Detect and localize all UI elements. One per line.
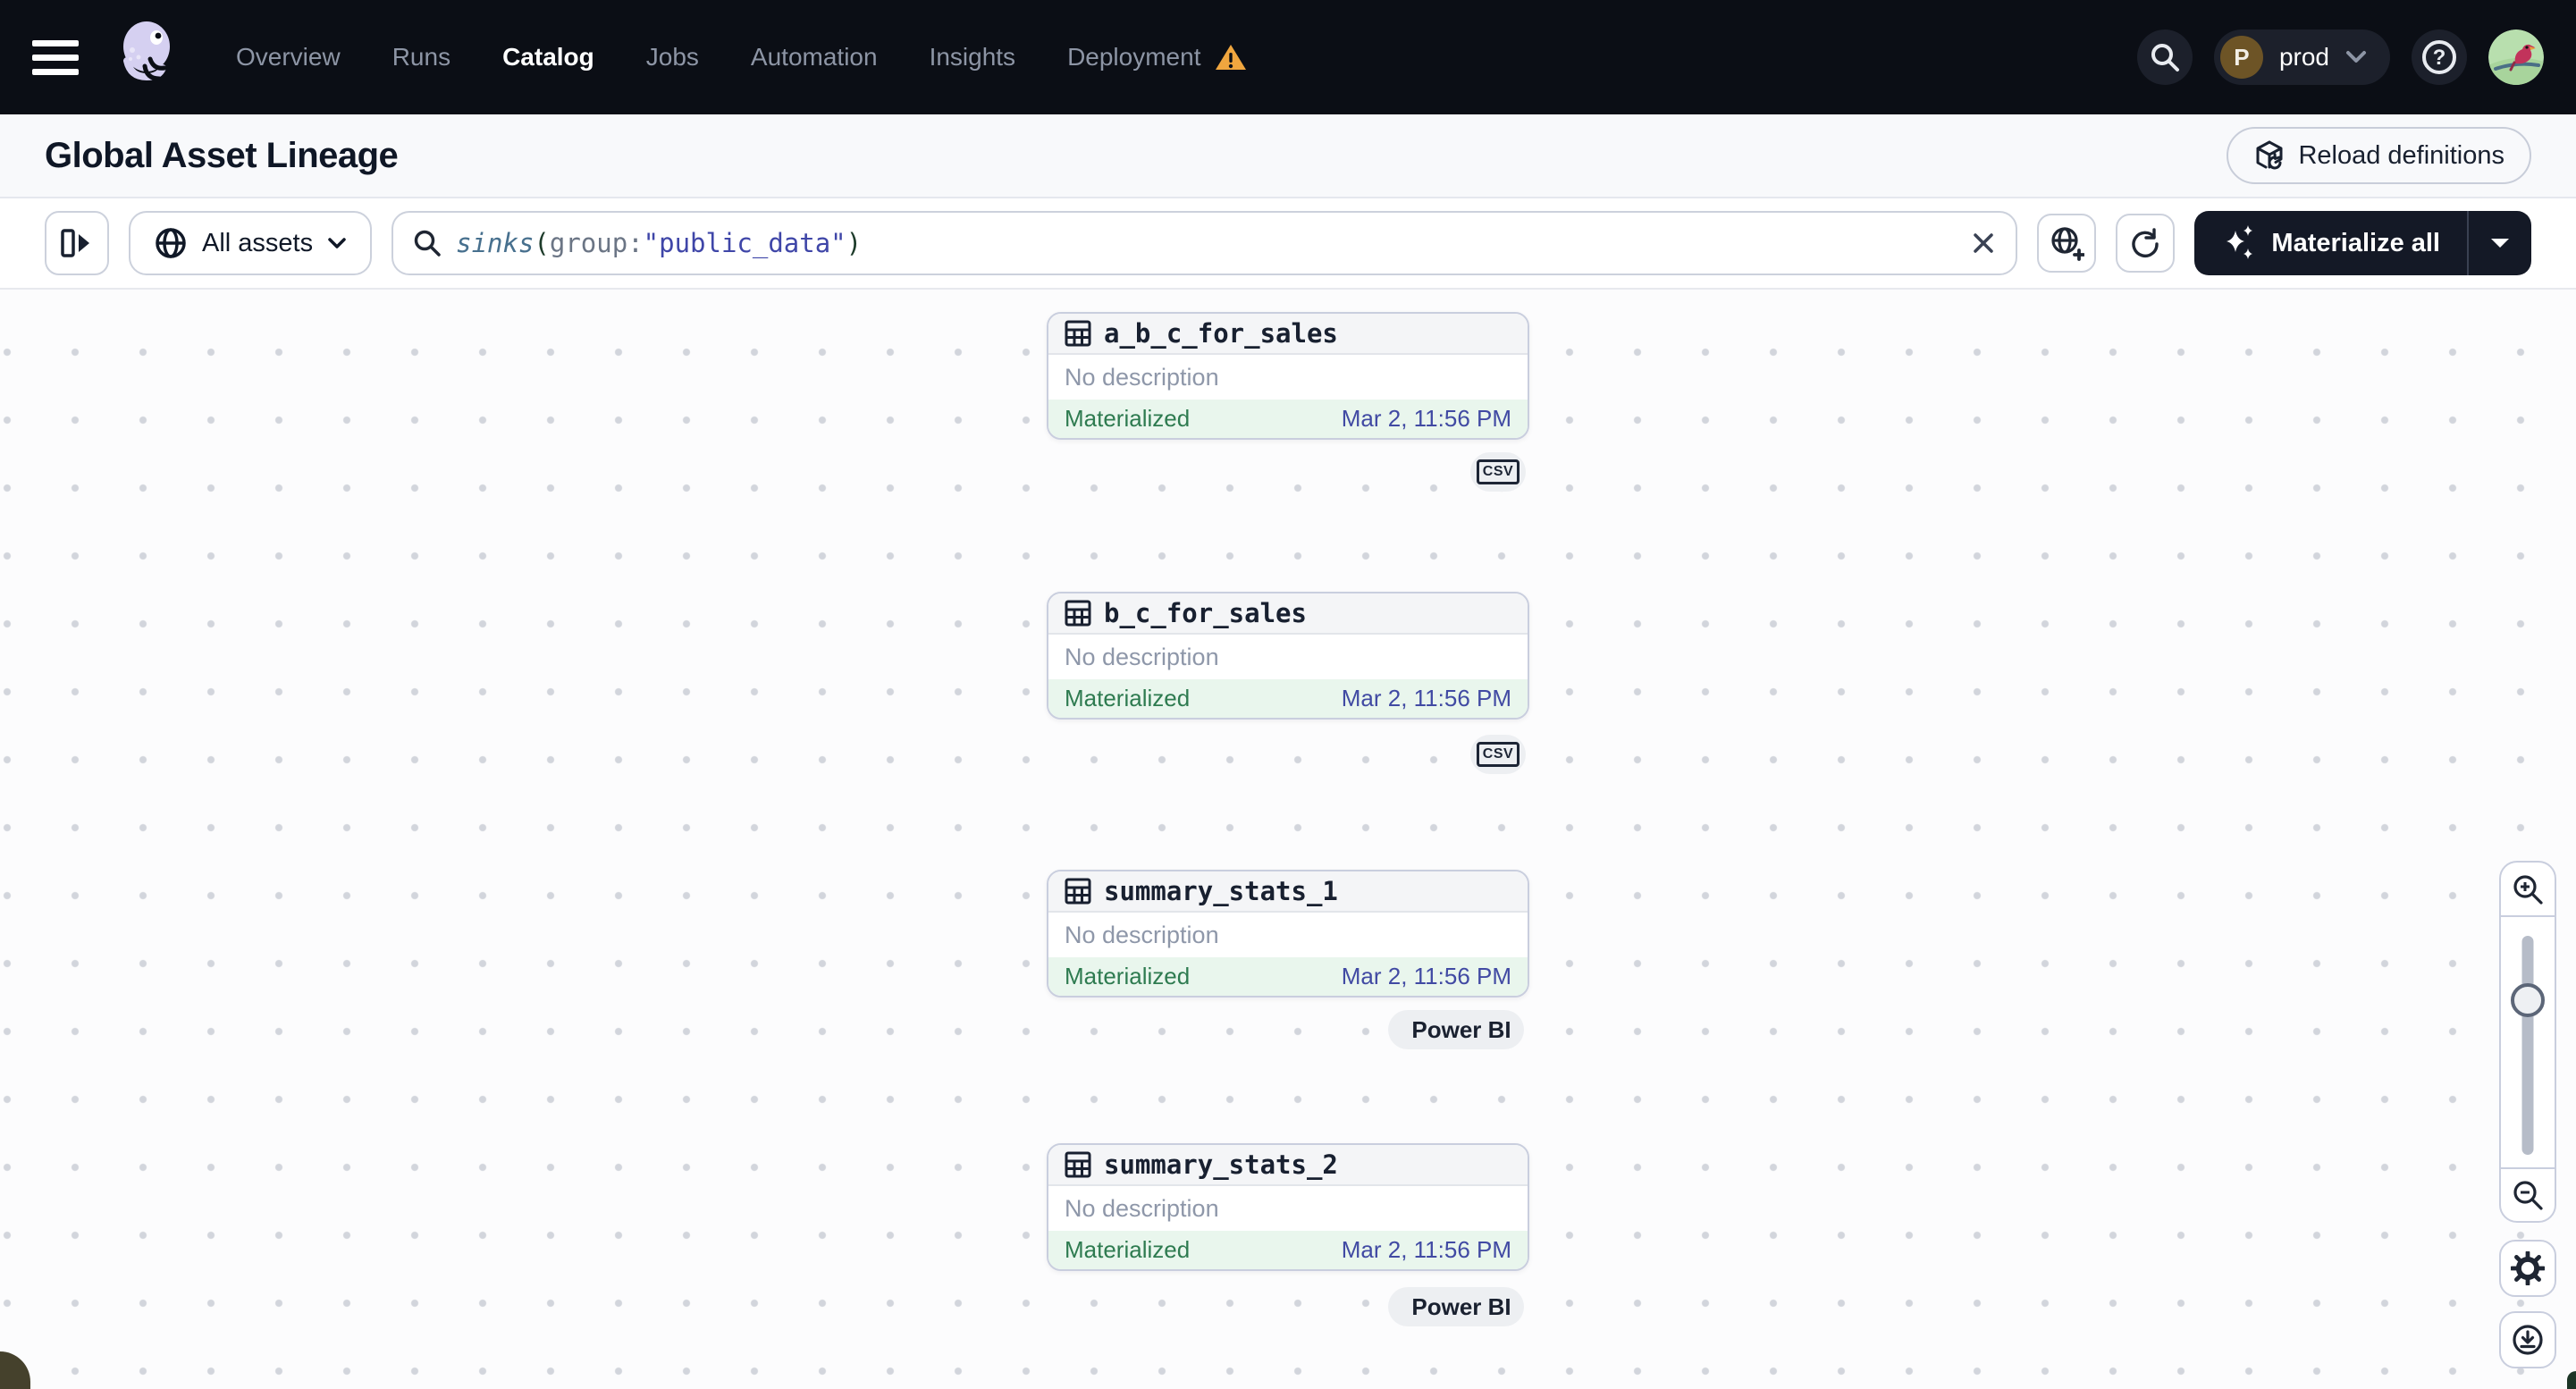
warning-icon bbox=[1215, 43, 1247, 72]
asset-node-summary-stats-1[interactable]: summary_stats_1 No description Materiali… bbox=[1047, 870, 1529, 998]
power-bi-label: Power BI bbox=[1411, 1015, 1511, 1043]
nav-item-catalog[interactable]: Catalog bbox=[502, 43, 594, 72]
reload-definitions-button[interactable]: Reload definitions bbox=[2227, 127, 2531, 184]
page-header: Global Asset Lineage Reload definitions bbox=[0, 114, 2576, 198]
panel-open-icon bbox=[61, 229, 89, 257]
materialize-all-button[interactable]: Materialize all bbox=[2194, 211, 2467, 275]
table-icon bbox=[1065, 878, 1091, 905]
globe-icon bbox=[156, 228, 186, 258]
power-bi-label: Power BI bbox=[1411, 1292, 1511, 1320]
download-icon bbox=[2513, 1325, 2543, 1355]
environment-switcher[interactable]: P prod bbox=[2213, 29, 2390, 85]
table-icon bbox=[1065, 1151, 1091, 1178]
materialization-timestamp: Mar 2, 11:56 PM bbox=[1341, 405, 1511, 432]
view-graph-as-groups-button[interactable] bbox=[2037, 214, 2097, 273]
nav-item-insights[interactable]: Insights bbox=[930, 43, 1016, 72]
chevron-down-icon bbox=[2346, 51, 2366, 63]
zoom-panel bbox=[2499, 861, 2556, 1223]
table-icon bbox=[1065, 600, 1091, 627]
zoom-out-icon bbox=[2513, 1181, 2543, 1210]
status-badge: Materialized bbox=[1065, 963, 1191, 989]
bottom-left-panel-corner bbox=[0, 1351, 30, 1389]
environment-avatar: P bbox=[2219, 36, 2263, 79]
zoom-slider-track[interactable] bbox=[2521, 936, 2534, 1155]
reload-code-location-icon bbox=[2256, 140, 2283, 170]
nav-item-overview[interactable]: Overview bbox=[236, 43, 341, 72]
asset-name: a_b_c_for_sales bbox=[1104, 318, 1338, 349]
globe-plus-icon bbox=[2051, 227, 2085, 261]
asset-name: summary_stats_2 bbox=[1104, 1149, 1338, 1180]
zoom-out-button[interactable] bbox=[2501, 1167, 2555, 1221]
gear-icon bbox=[2511, 1251, 2545, 1285]
nav-item-runs[interactable]: Runs bbox=[392, 43, 450, 72]
status-badge: Materialized bbox=[1065, 1236, 1191, 1263]
caret-down-icon bbox=[2491, 239, 2509, 248]
csv-tag[interactable]: CSV bbox=[1470, 452, 1526, 492]
asset-scope-label: All assets bbox=[202, 228, 314, 257]
asset-node-b-c-for-sales[interactable]: b_c_for_sales No description Materialize… bbox=[1047, 592, 1529, 720]
environment-name: prod bbox=[2278, 43, 2329, 71]
csv-icon: CSV bbox=[1476, 459, 1520, 484]
clear-search-icon[interactable] bbox=[1971, 231, 1996, 256]
materialization-timestamp: Mar 2, 11:56 PM bbox=[1341, 685, 1511, 711]
asset-description: No description bbox=[1065, 363, 1219, 391]
asset-description: No description bbox=[1065, 643, 1219, 670]
user-avatar[interactable] bbox=[2488, 29, 2544, 85]
refresh-icon bbox=[2132, 228, 2159, 258]
csv-icon: CSV bbox=[1476, 742, 1520, 767]
nav-item-jobs[interactable]: Jobs bbox=[646, 43, 699, 72]
dagster-logo-icon[interactable] bbox=[114, 20, 181, 95]
asset-description: No description bbox=[1065, 921, 1219, 948]
asset-node-summary-stats-2[interactable]: summary_stats_2 No description Materiali… bbox=[1047, 1143, 1529, 1271]
menu-icon[interactable] bbox=[32, 31, 84, 83]
power-bi-tag[interactable]: Power BI bbox=[1388, 1287, 1524, 1326]
csv-tag[interactable]: CSV bbox=[1470, 735, 1526, 774]
materialization-timestamp: Mar 2, 11:56 PM bbox=[1341, 1236, 1511, 1263]
page-title: Global Asset Lineage bbox=[45, 135, 399, 175]
chevron-down-icon bbox=[328, 238, 346, 248]
top-nav: Overview Runs Catalog Jobs Automation In… bbox=[0, 0, 2576, 114]
lineage-toolbar: All assets sinks(group: "public_data") Ma… bbox=[0, 198, 2576, 290]
asset-selection-input[interactable]: sinks(group: "public_data") bbox=[391, 211, 2018, 275]
svg-text:?: ? bbox=[2433, 46, 2446, 70]
zoom-in-button[interactable] bbox=[2501, 863, 2555, 917]
materialize-options-button[interactable] bbox=[2467, 211, 2531, 275]
graph-settings-button[interactable] bbox=[2499, 1240, 2556, 1297]
help-icon[interactable]: ? bbox=[2412, 29, 2467, 85]
asset-name: b_c_for_sales bbox=[1104, 598, 1307, 628]
nav-item-automation[interactable]: Automation bbox=[751, 43, 878, 72]
nav-item-deployment[interactable]: Deployment bbox=[1067, 43, 1247, 72]
power-bi-tag[interactable]: Power BI bbox=[1388, 1010, 1524, 1049]
toggle-sidebar-button[interactable] bbox=[45, 211, 109, 275]
sparkle-icon bbox=[2227, 225, 2253, 259]
materialization-timestamp: Mar 2, 11:56 PM bbox=[1341, 963, 1511, 989]
download-image-button[interactable] bbox=[2499, 1311, 2556, 1368]
search-icon bbox=[414, 230, 441, 257]
table-icon bbox=[1065, 320, 1091, 347]
search-icon[interactable] bbox=[2136, 29, 2193, 85]
zoom-slider-handle[interactable] bbox=[2511, 983, 2545, 1017]
status-badge: Materialized bbox=[1065, 405, 1191, 432]
status-badge: Materialized bbox=[1065, 685, 1191, 711]
materialize-all-split-button: Materialize all bbox=[2194, 211, 2531, 275]
asset-scope-dropdown[interactable]: All assets bbox=[129, 211, 373, 275]
asset-node-a-b-c-for-sales[interactable]: a_b_c_for_sales No description Materiali… bbox=[1047, 312, 1529, 440]
asset-selection-query: sinks(group: "public_data") bbox=[456, 228, 863, 258]
asset-description: No description bbox=[1065, 1194, 1219, 1222]
topnav-right-cluster: P prod ? bbox=[2136, 29, 2544, 85]
lineage-canvas[interactable]: a_b_c_for_sales No description Materiali… bbox=[0, 290, 2576, 1389]
bottom-right-panel-corner bbox=[2567, 1371, 2576, 1389]
primary-nav: Overview Runs Catalog Jobs Automation In… bbox=[236, 43, 1247, 72]
zoom-in-icon bbox=[2513, 874, 2543, 905]
asset-name: summary_stats_1 bbox=[1104, 876, 1338, 906]
refresh-button[interactable] bbox=[2116, 214, 2176, 273]
